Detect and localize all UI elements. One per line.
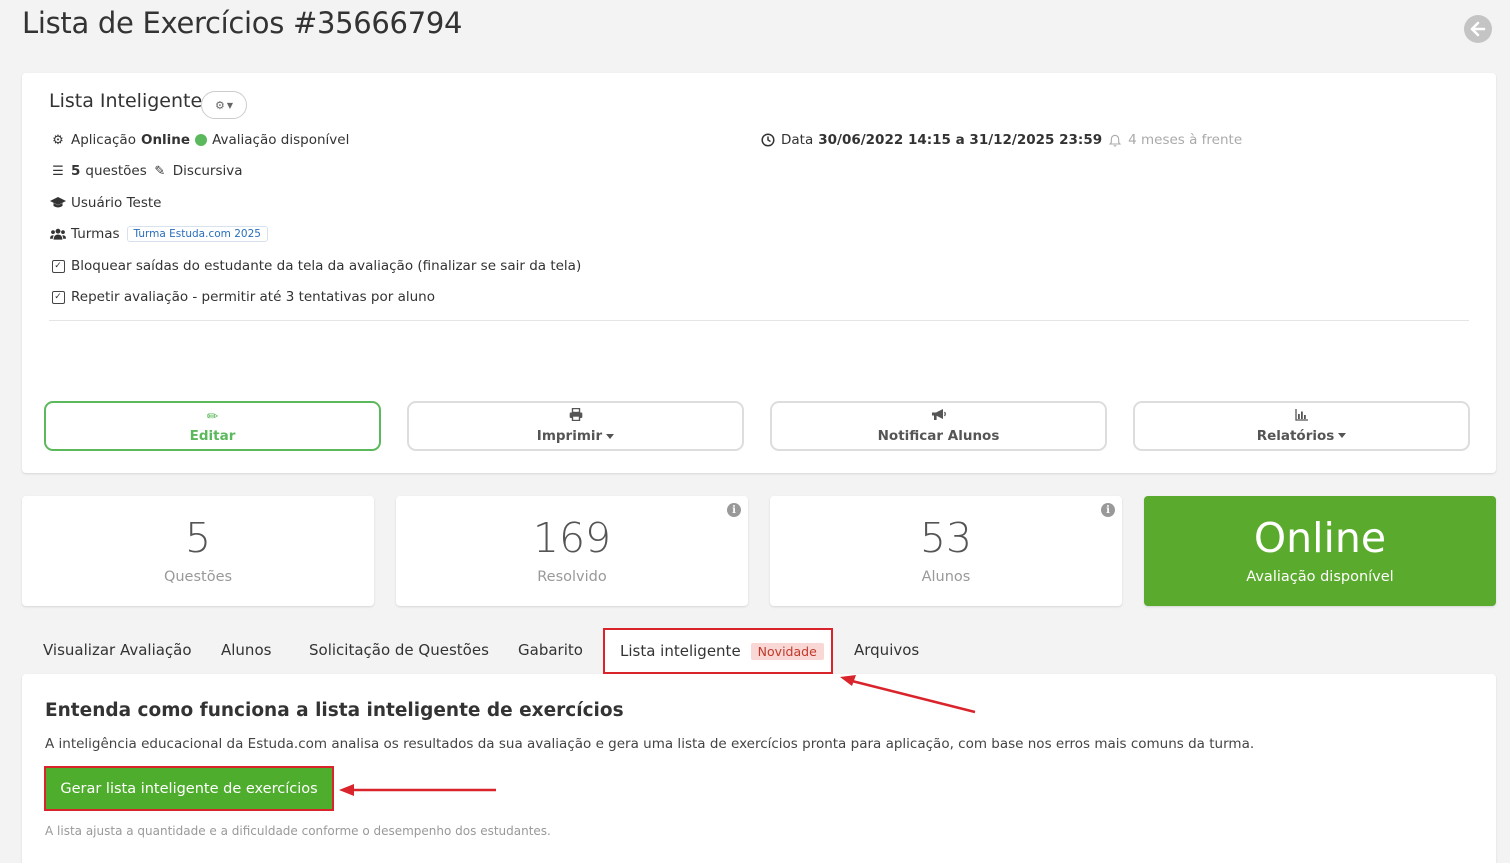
panel-hint: A lista ajusta a quantidade e a dificuld… xyxy=(45,824,551,838)
classes-row: Turmas Turma Estuda.com 2025 xyxy=(50,226,268,242)
application-row: ⚙ Aplicação Online Avaliação disponível xyxy=(50,132,349,148)
arrow-left-circle-icon xyxy=(1470,21,1486,37)
stat-status-label: Avaliação disponível xyxy=(1246,569,1394,585)
stat-status: Online Avaliação disponível xyxy=(1144,496,1496,606)
pencil-icon: ✏ xyxy=(206,408,219,425)
list-icon: ☰ xyxy=(52,163,64,179)
tab-smart-list[interactable]: Lista inteligente Novidade xyxy=(603,628,833,674)
availability-text: Avaliação disponível xyxy=(212,132,350,148)
bar-chart-icon xyxy=(1294,408,1309,425)
graduation-cap-icon xyxy=(50,197,66,209)
reports-button-label: Relatórios xyxy=(1256,427,1335,444)
stat-status-value: Online xyxy=(1253,514,1387,562)
application-label: Aplicação xyxy=(71,132,136,148)
date-range: 30/06/2022 14:15 a 31/12/2025 23:59 xyxy=(818,132,1103,148)
questions-label: questões xyxy=(85,163,147,179)
edit-button-label: Editar xyxy=(189,427,236,444)
tab-answer-key[interactable]: Gabarito xyxy=(518,641,583,659)
edit-button[interactable]: ✏ Editar xyxy=(44,401,381,451)
new-badge: Novidade xyxy=(750,642,824,660)
divider xyxy=(49,320,1469,321)
print-button-label: Imprimir xyxy=(536,428,603,444)
option-repeat-label: Repetir avaliação - permitir até 3 tenta… xyxy=(71,289,435,305)
notify-students-label: Notificar Alunos xyxy=(877,428,1000,444)
questions-count: 5 xyxy=(71,163,81,179)
stat-questions-label: Questões xyxy=(163,569,233,585)
stat-students: i 53 Alunos xyxy=(770,496,1122,606)
stat-questions-value: 5 xyxy=(184,514,212,562)
stat-questions: 5 Questões xyxy=(22,496,374,606)
caret-down-icon xyxy=(1338,433,1347,438)
panel-description: A inteligência educacional da Estuda.com… xyxy=(45,736,1255,752)
date-label: Data xyxy=(781,132,814,148)
tab-files[interactable]: Arquivos xyxy=(854,641,919,659)
users-icon xyxy=(50,228,66,240)
status-dot-icon xyxy=(195,134,208,146)
caret-down-icon xyxy=(606,433,615,439)
tab-smart-list-label: Lista inteligente xyxy=(620,642,741,660)
info-icon[interactable]: i xyxy=(727,503,741,517)
chevron-down-icon: ▼ xyxy=(226,100,234,110)
list-name: Lista Inteligente xyxy=(49,90,203,112)
tab-view-assessment[interactable]: Visualizar Avaliação xyxy=(43,641,192,659)
author-name: Usuário Teste xyxy=(71,195,162,211)
info-card: Lista Inteligente ⚙ ▼ ⚙ Aplicação Online… xyxy=(22,73,1496,473)
info-icon[interactable]: i xyxy=(1101,503,1115,517)
printer-icon xyxy=(569,407,583,425)
application-mode: Online xyxy=(140,132,191,148)
checked-checkbox-icon: ✓ xyxy=(51,259,65,273)
class-tag[interactable]: Turma Estuda.com 2025 xyxy=(126,226,268,242)
question-type: Discursiva xyxy=(172,163,243,179)
stat-resolved-value: 169 xyxy=(532,514,612,562)
checked-checkbox-icon: ✓ xyxy=(51,290,65,304)
panel-title: Entenda como funciona a lista inteligent… xyxy=(45,700,624,721)
reports-button[interactable]: Relatórios xyxy=(1133,401,1470,451)
stat-resolved-label: Resolvido xyxy=(537,569,607,585)
stat-students-label: Alunos xyxy=(921,569,971,585)
classes-label: Turmas xyxy=(71,226,120,242)
option-block-exit: ✓ Bloquear saídas do estudante da tela d… xyxy=(50,258,581,274)
date-row: Data 30/06/2022 14:15 a 31/12/2025 23:59… xyxy=(760,132,1242,148)
option-repeat: ✓ Repetir avaliação - permitir até 3 ten… xyxy=(50,289,435,305)
stat-resolved: i 169 Resolvido xyxy=(396,496,748,606)
megaphone-icon xyxy=(931,408,947,425)
bell-icon xyxy=(1107,134,1123,147)
stat-students-value: 53 xyxy=(919,514,973,562)
notify-students-button[interactable]: Notificar Alunos xyxy=(770,401,1107,451)
questions-row: ☰ 5 questões ✎ Discursiva xyxy=(50,163,243,179)
back-button[interactable] xyxy=(1464,15,1492,43)
gear-icon: ⚙ xyxy=(214,98,225,112)
tab-question-requests[interactable]: Solicitação de Questões xyxy=(309,641,489,659)
tab-students[interactable]: Alunos xyxy=(221,641,271,659)
gear-icon: ⚙ xyxy=(52,132,64,148)
settings-dropdown[interactable]: ⚙ ▼ xyxy=(201,91,247,119)
edit-icon: ✎ xyxy=(154,163,166,179)
page-title: Lista de Exercícios #35666794 xyxy=(22,6,463,40)
relative-time: 4 meses à frente xyxy=(1128,132,1243,148)
author-row: Usuário Teste xyxy=(50,195,162,211)
smart-list-panel: Entenda como funciona a lista inteligent… xyxy=(22,674,1496,863)
print-button[interactable]: Imprimir xyxy=(407,401,744,451)
option-block-exit-label: Bloquear saídas do estudante da tela da … xyxy=(71,258,582,274)
generate-smart-list-button[interactable]: Gerar lista inteligente de exercícios xyxy=(44,766,334,811)
clock-icon xyxy=(760,133,776,147)
